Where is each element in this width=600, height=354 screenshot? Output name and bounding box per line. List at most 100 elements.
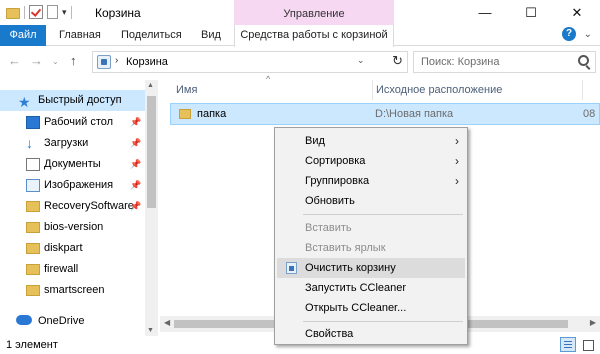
navigation-scrollbar[interactable]: ▲ ▼	[145, 80, 158, 336]
menu-item-empty-recycle-bin[interactable]: Очистить корзину	[277, 258, 465, 278]
sidebar-item-label: firewall	[44, 263, 79, 275]
desktop-icon	[26, 116, 40, 129]
address-dropdown-chevron-icon[interactable]: ⌄	[357, 55, 365, 66]
scroll-left-arrow-icon[interactable]: ◀	[164, 318, 170, 327]
breadcrumb-chevron-icon[interactable]: ›	[115, 55, 118, 66]
ribbon-tabs: Файл Главная Поделиться Вид Средства раб…	[0, 25, 600, 47]
menu-item-refresh[interactable]: Обновить	[277, 191, 465, 211]
sidebar-item-desktop[interactable]: Рабочий стол 📌	[0, 112, 145, 133]
folder-icon	[179, 109, 191, 119]
customize-toolbar-chevron-icon[interactable]: ▾	[62, 7, 67, 18]
column-header-location[interactable]: Исходное расположение	[376, 80, 502, 100]
menu-item-label: Вид	[305, 135, 325, 147]
column-divider[interactable]	[582, 80, 583, 100]
pin-icon[interactable]: 📌	[130, 175, 141, 196]
pin-icon[interactable]: 📌	[130, 196, 141, 217]
back-arrow-icon[interactable]: ←	[8, 53, 21, 68]
submenu-arrow-icon: ›	[455, 154, 459, 168]
properties-icon[interactable]	[29, 5, 43, 19]
title-bar: ▾ Корзина Управление — ☐ ✕	[0, 0, 600, 25]
menu-item-sort[interactable]: Сортировка ›	[277, 151, 465, 171]
onedrive-cloud-icon	[16, 315, 32, 325]
sidebar-item-diskpart[interactable]: diskpart	[0, 238, 145, 259]
minimize-button[interactable]: —	[462, 0, 508, 25]
menu-item-group[interactable]: Группировка ›	[277, 171, 465, 191]
large-icons-view-icon[interactable]	[580, 337, 596, 352]
search-placeholder: Поиск: Корзина	[421, 56, 500, 68]
recent-locations-chevron-icon[interactable]: ⌄	[52, 57, 59, 66]
sidebar-item-onedrive[interactable]: OneDrive	[0, 311, 145, 332]
star-icon: ★	[18, 94, 31, 110]
folder-icon	[26, 285, 40, 296]
menu-item-label: Вставить ярлык	[305, 242, 386, 254]
forward-arrow-icon[interactable]: →	[30, 53, 43, 68]
context-tab-header: Управление	[234, 0, 394, 25]
tab-view[interactable]: Вид	[192, 25, 230, 46]
sidebar-item-label: OneDrive	[38, 315, 85, 327]
tab-share[interactable]: Поделиться	[112, 25, 191, 46]
sidebar-item-label: Документы	[44, 158, 101, 170]
tab-recycle-bin-tools[interactable]: Средства работы с корзиной	[234, 25, 394, 47]
menu-item-open-ccleaner[interactable]: Открыть CCleaner...	[277, 298, 465, 318]
submenu-arrow-icon: ›	[455, 174, 459, 188]
pin-icon[interactable]: 📌	[130, 112, 141, 133]
address-bar[interactable]: › Корзина ⌄ ↻	[92, 51, 408, 73]
breadcrumb[interactable]: Корзина	[126, 56, 168, 68]
menu-item-label: Сортировка	[305, 155, 366, 167]
navigation-bar: ← → ⌄ ↑ › Корзина ⌄ ↻ Поиск: Корзина	[0, 47, 600, 75]
sidebar-item-label: RecoverySoftware	[44, 200, 134, 212]
table-row[interactable]: папка D:\Новая папка 08	[170, 103, 600, 125]
expand-ribbon-chevron-icon[interactable]: ⌄	[584, 29, 592, 40]
sidebar-item-label: Загрузки	[44, 137, 89, 149]
refresh-icon[interactable]: ↻	[392, 53, 403, 69]
quick-access-toolbar: ▾	[6, 5, 72, 19]
maximize-button[interactable]: ☐	[508, 0, 554, 25]
tab-home[interactable]: Главная	[50, 25, 110, 46]
column-header-name[interactable]: Имя	[176, 80, 197, 100]
folder-icon	[26, 264, 40, 275]
sidebar-item-smartscreen[interactable]: smartscreen	[0, 280, 145, 301]
sidebar-item-recoverysoftware[interactable]: RecoverySoftware 📌	[0, 196, 145, 217]
toolbar-divider	[70, 5, 72, 19]
menu-item-paste[interactable]: Вставить	[277, 218, 465, 238]
tab-file[interactable]: Файл	[0, 25, 46, 46]
sidebar-item-pictures[interactable]: Изображения 📌	[0, 175, 145, 196]
column-divider[interactable]	[372, 80, 373, 100]
search-icon	[578, 55, 589, 66]
toolbar-divider	[24, 5, 25, 19]
sidebar-item-label: diskpart	[44, 242, 83, 254]
scroll-down-arrow-icon[interactable]: ▼	[147, 327, 154, 334]
sidebar-item-documents[interactable]: Документы 📌	[0, 154, 145, 175]
file-name: папка	[197, 108, 227, 120]
pin-icon[interactable]: 📌	[130, 133, 141, 154]
new-folder-icon[interactable]	[47, 5, 58, 19]
close-button[interactable]: ✕	[554, 0, 600, 25]
file-location: D:\Новая папка	[375, 108, 454, 120]
sidebar-item-downloads[interactable]: ↓ Загрузки 📌	[0, 133, 145, 154]
menu-item-label: Вставить	[305, 222, 352, 234]
help-icon[interactable]: ?	[562, 27, 576, 41]
up-arrow-icon[interactable]: ↑	[70, 53, 77, 68]
menu-item-paste-shortcut[interactable]: Вставить ярлык	[277, 238, 465, 258]
submenu-arrow-icon: ›	[455, 134, 459, 148]
sort-ascending-icon: ^	[266, 74, 271, 84]
menu-item-properties[interactable]: Свойства	[277, 324, 465, 344]
details-view-icon[interactable]	[560, 337, 576, 352]
file-date: 08	[583, 108, 596, 120]
sidebar-item-firewall[interactable]: firewall	[0, 259, 145, 280]
menu-item-label: Обновить	[305, 195, 355, 207]
recycle-bin-icon	[97, 55, 111, 69]
scrollbar-thumb[interactable]	[147, 96, 156, 208]
menu-item-label: Открыть CCleaner...	[305, 302, 407, 314]
scroll-up-arrow-icon[interactable]: ▲	[147, 82, 154, 89]
pin-icon[interactable]: 📌	[130, 154, 141, 175]
sidebar-item-bios-version[interactable]: bios-version	[0, 217, 145, 238]
folder-icon	[6, 7, 20, 19]
menu-item-label: Очистить корзину	[305, 262, 396, 274]
sidebar-item-label: smartscreen	[44, 284, 105, 296]
menu-item-run-ccleaner[interactable]: Запустить CCleaner	[277, 278, 465, 298]
sidebar-item-quick-access[interactable]: ★ Быстрый доступ	[0, 90, 145, 111]
menu-item-view[interactable]: Вид ›	[277, 131, 465, 151]
scroll-right-arrow-icon[interactable]: ▶	[590, 318, 596, 327]
search-input[interactable]: Поиск: Корзина	[413, 51, 596, 73]
